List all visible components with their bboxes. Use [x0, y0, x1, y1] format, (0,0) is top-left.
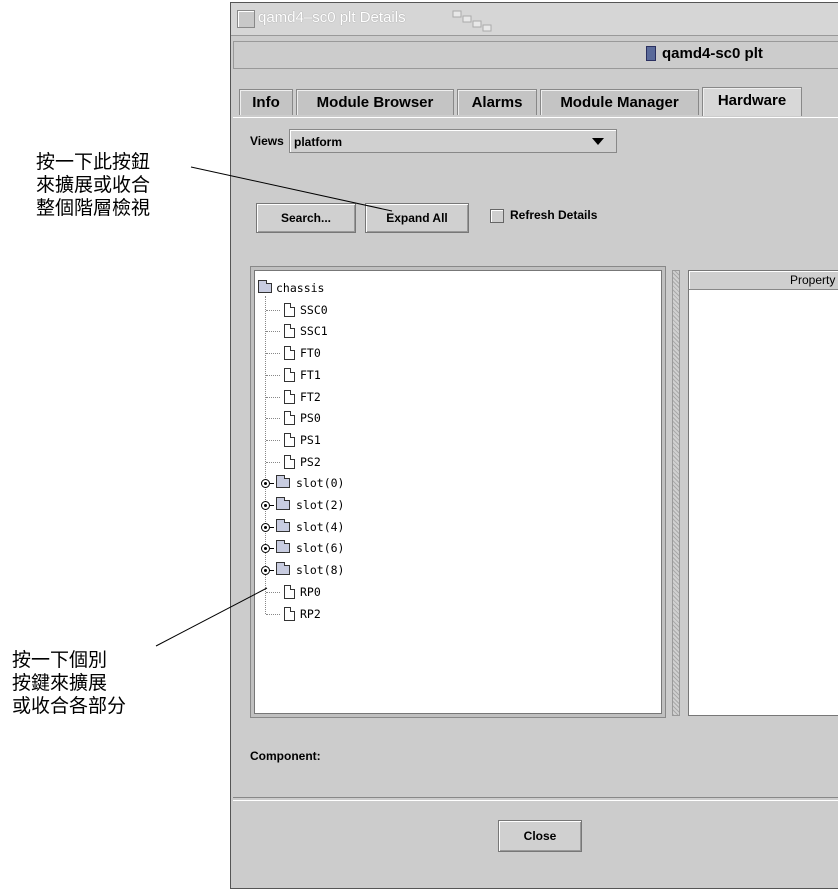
tree-node-label: FT2 [300, 389, 321, 404]
tree-node-label: RP2 [300, 606, 321, 621]
folder-icon [276, 540, 290, 554]
component-label: Component: [250, 749, 321, 763]
tree-branch-line [266, 374, 280, 376]
title-bar[interactable]: qamd4–sc0 plt Details [231, 3, 838, 36]
tree-branch-line [266, 613, 280, 615]
views-label: Views [250, 134, 284, 148]
close-button[interactable]: Close [498, 820, 582, 852]
pane-splitter[interactable] [672, 270, 680, 716]
folder-icon [276, 562, 290, 576]
tab-divider [233, 117, 838, 118]
folder-icon [276, 475, 290, 489]
tree-node-label: slot(8) [296, 563, 345, 578]
tree-node-label: FT1 [300, 367, 321, 382]
tree-node-label: slot(6) [296, 541, 345, 556]
document-icon [284, 454, 295, 469]
tree-node-label: PS2 [300, 454, 321, 469]
document-icon [284, 346, 295, 361]
tree-node-label: RP0 [300, 584, 321, 599]
expand-all-button[interactable]: Expand All [365, 203, 469, 233]
expander-connector [270, 548, 274, 550]
window-menu-icon[interactable] [237, 10, 255, 28]
expand-toggle-icon[interactable] [261, 522, 270, 532]
document-icon [284, 389, 295, 404]
tree-node-label: slot(2) [296, 498, 345, 512]
tree-branch-line [266, 331, 280, 333]
tab-info[interactable]: Info [239, 89, 293, 115]
folder-icon [276, 518, 290, 532]
network-icon [452, 10, 492, 32]
tree-branch-line [266, 309, 280, 311]
footer-divider [233, 797, 838, 801]
tree-node-label: chassis [276, 281, 325, 295]
expand-toggle-icon[interactable] [261, 501, 270, 510]
tree-branch-line [266, 396, 280, 398]
annotation-expand-all: 按一下此按鈕 來擴展或收合 整個階層檢視 [36, 151, 151, 219]
property-header-label: Property [790, 273, 836, 287]
tab-module-manager[interactable]: Module Manager [540, 89, 699, 115]
expander-connector [270, 526, 274, 528]
chevron-down-icon [592, 138, 604, 145]
search-button[interactable]: Search... [256, 203, 356, 233]
host-title: qamd4-sc0 plt [662, 45, 763, 62]
tree-branch-line [266, 353, 280, 355]
expand-toggle-icon[interactable] [261, 479, 270, 489]
tree-branch-line [266, 418, 280, 420]
folder-icon [276, 497, 290, 510]
host-header: qamd4-sc0 plt [233, 41, 838, 69]
tree-branch-line [266, 439, 280, 441]
document-icon [284, 584, 295, 599]
views-selected-value: platform [294, 135, 342, 149]
document-icon [284, 411, 295, 426]
annotation-expander: 按一下個別 按鍵來擴展 或收合各部分 [12, 649, 127, 717]
tree-node-label: SSC0 [300, 302, 328, 317]
document-icon [284, 302, 295, 317]
tab-alarms[interactable]: Alarms [457, 89, 537, 115]
property-table: Property [688, 270, 838, 716]
refresh-details-checkbox[interactable] [490, 209, 504, 223]
refresh-details-label: Refresh Details [510, 208, 598, 222]
tree-node-label: slot(4) [296, 519, 345, 534]
document-icon [284, 606, 295, 621]
property-column-header[interactable]: Property [689, 271, 838, 290]
document-icon [284, 324, 295, 339]
expand-toggle-icon[interactable] [261, 544, 270, 554]
document-icon [284, 367, 295, 382]
tree-branch-line [266, 591, 280, 593]
tab-hardware[interactable]: Hardware [702, 87, 802, 116]
folder-open-icon [258, 280, 272, 293]
tree-node-label: SSC1 [300, 324, 328, 339]
tree-node-label: PS0 [300, 411, 321, 426]
expander-connector [270, 483, 274, 485]
expander-connector [270, 505, 274, 506]
window-title: qamd4–sc0 plt Details [258, 9, 406, 26]
tree-node-label: PS1 [300, 432, 321, 447]
expand-toggle-icon[interactable] [261, 566, 270, 576]
details-window: qamd4–sc0 plt Details qamd4-sc0 plt Info… [230, 2, 838, 889]
server-icon [646, 46, 656, 61]
tree-branch-line [266, 461, 280, 463]
tree-node-label: slot(0) [296, 476, 345, 491]
hardware-tree[interactable]: chassis SSC0 SSC1 FT0 FT1 FT2 PS0 PS1 PS2 slot(0)… [254, 270, 662, 714]
tree-node-label: FT0 [300, 346, 321, 361]
views-dropdown[interactable]: platform [289, 129, 617, 153]
expander-connector [270, 570, 274, 572]
tab-module-browser[interactable]: Module Browser [296, 89, 454, 115]
document-icon [284, 432, 295, 447]
